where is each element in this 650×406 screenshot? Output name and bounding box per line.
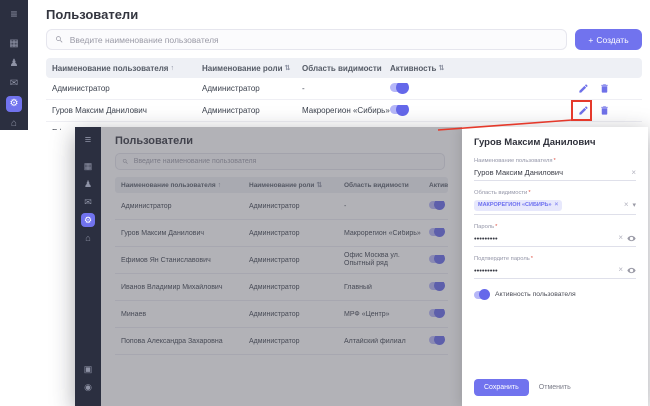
chip-label: МАКРОРЕГИОН «СИБИРЬ»	[478, 202, 552, 208]
search-input[interactable]	[70, 35, 558, 45]
required-mark: *	[531, 256, 533, 262]
label-text: Наименование пользователя	[474, 158, 553, 164]
field-value: Гуров Максим Данилович	[474, 168, 563, 177]
activity-toggle[interactable]	[390, 105, 408, 114]
grid-icon[interactable]: ▣	[81, 362, 95, 376]
search-icon	[55, 35, 64, 44]
label-text: Подтвердите пароль	[474, 256, 530, 262]
cell-scope: Макрорегион «Сибирь»	[302, 106, 390, 115]
field-confirm-password: Подтвердите пароль* ••••••••• ×	[474, 256, 636, 279]
save-button[interactable]: Сохранить	[474, 379, 529, 396]
chevron-down-icon[interactable]: ▾	[632, 202, 636, 209]
username-input[interactable]: Гуров Максим Данилович ×	[474, 166, 636, 181]
panel-actions: Сохранить Отменить	[474, 379, 636, 396]
users-icon[interactable]: ♟	[6, 56, 22, 72]
cell-activity	[390, 83, 578, 94]
edit-icon[interactable]	[578, 105, 589, 116]
mail-icon[interactable]: ✉	[81, 195, 95, 209]
activity-toggle[interactable]	[390, 83, 408, 92]
cell-role: Администратор	[202, 106, 302, 115]
delete-icon[interactable]	[599, 105, 610, 116]
edit-user-panel: Гуров Максим Данилович Наименование поль…	[462, 127, 648, 406]
screenshot-stage: ≡ ▦ ♟ ✉ ⚙ ⌂ Пользователи + Создать Наиме…	[0, 0, 650, 406]
cell-username: Гуров Максим Данилович	[52, 106, 202, 115]
field-password: Пароль* ••••••••• ×	[474, 224, 636, 247]
field-scope: Область видимости* МАКРОРЕГИОН «СИБИРЬ» …	[474, 190, 636, 215]
confirm-password-input[interactable]: ••••••••• ×	[474, 264, 636, 279]
sort-asc-icon: ↑	[170, 65, 174, 72]
mail-icon[interactable]: ✉	[6, 76, 22, 92]
sidebar: ≡ ▦ ♟ ✉ ⚙ ⌂ ▣ ◉	[75, 127, 101, 406]
column-label: Область видимости	[302, 64, 382, 73]
label-text: Пароль	[474, 224, 494, 230]
plus-icon: +	[588, 35, 593, 45]
dashboard-icon[interactable]: ▦	[81, 159, 95, 173]
column-header-scope[interactable]: Область видимости	[302, 64, 390, 73]
clear-icon[interactable]: ×	[624, 201, 629, 209]
eye-icon[interactable]	[627, 234, 636, 243]
sort-icon: ⇅	[438, 64, 444, 72]
cancel-button[interactable]: Отменить	[539, 384, 571, 391]
table-row[interactable]: Администратор Администратор -	[46, 78, 642, 100]
field-label: Подтвердите пароль*	[474, 256, 636, 262]
label-text: Область видимости	[474, 190, 527, 196]
users-table: Наименование пользователя↑ Наименование …	[46, 58, 642, 130]
settings-icon[interactable]: ⚙	[81, 213, 95, 227]
field-label: Пароль*	[474, 224, 636, 230]
required-mark: *	[495, 224, 497, 230]
table-row[interactable]: Гуров Максим Данилович Администратор Мак…	[46, 100, 642, 122]
cell-activity	[390, 105, 578, 116]
clear-icon[interactable]: ×	[618, 266, 623, 274]
create-button-label: Создать	[596, 35, 628, 45]
search-bar[interactable]	[46, 29, 567, 50]
column-header-activity[interactable]: Активность⇅	[390, 64, 578, 73]
column-header-role[interactable]: Наименование роли⇅	[202, 64, 302, 73]
users-page-with-edit-panel: ≡ ▦ ♟ ✉ ⚙ ⌂ ▣ ◉ Пользователи Наименовани…	[75, 127, 648, 406]
menu-icon[interactable]: ≡	[6, 6, 22, 22]
activity-toggle-row: Активность пользователя	[474, 291, 636, 299]
field-label: Наименование пользователя*	[474, 158, 636, 164]
dashboard-icon[interactable]: ▦	[6, 36, 22, 52]
toggle-label: Активность пользователя	[495, 291, 576, 298]
password-input[interactable]: ••••••••• ×	[474, 232, 636, 247]
field-label: Область видимости*	[474, 190, 636, 196]
edit-icon[interactable]	[578, 83, 589, 94]
create-button[interactable]: + Создать	[575, 29, 642, 50]
field-value: •••••••••	[474, 234, 498, 243]
cell-actions	[578, 83, 642, 94]
required-mark: *	[528, 190, 530, 196]
home-icon[interactable]: ⌂	[81, 231, 95, 245]
power-icon[interactable]: ◉	[81, 380, 95, 394]
column-label: Наименование пользователя	[52, 64, 168, 73]
cell-username: Администратор	[52, 84, 202, 93]
settings-icon[interactable]: ⚙	[6, 96, 22, 112]
cell-scope: -	[302, 84, 390, 93]
column-label: Активность	[390, 64, 436, 73]
eye-icon[interactable]	[627, 266, 636, 275]
clear-icon[interactable]: ×	[631, 169, 636, 177]
page-title: Пользователи	[46, 7, 138, 22]
column-label: Наименование роли	[202, 64, 283, 73]
delete-icon[interactable]	[599, 83, 610, 94]
users-page-top: ≡ ▦ ♟ ✉ ⚙ ⌂ Пользователи + Создать Наиме…	[0, 0, 650, 130]
scope-select[interactable]: МАКРОРЕГИОН «СИБИРЬ» × × ▾	[474, 198, 636, 215]
scope-chip[interactable]: МАКРОРЕГИОН «СИБИРЬ» ×	[474, 200, 562, 211]
users-icon[interactable]: ♟	[81, 177, 95, 191]
sort-icon: ⇅	[285, 64, 291, 72]
menu-icon[interactable]: ≡	[81, 133, 95, 147]
table-header: Наименование пользователя↑ Наименование …	[46, 58, 642, 78]
activity-toggle[interactable]	[474, 291, 489, 299]
clear-icon[interactable]: ×	[618, 234, 623, 242]
field-username: Наименование пользователя* Гуров Максим …	[474, 158, 636, 181]
column-header-username[interactable]: Наименование пользователя↑	[52, 64, 202, 73]
home-icon[interactable]: ⌂	[6, 116, 22, 130]
cell-actions	[578, 105, 642, 116]
required-mark: *	[554, 158, 556, 164]
field-value: •••••••••	[474, 266, 498, 275]
panel-title: Гуров Максим Данилович	[474, 137, 636, 148]
cell-role: Администратор	[202, 84, 302, 93]
sidebar: ≡ ▦ ♟ ✉ ⚙ ⌂	[0, 0, 28, 130]
chip-remove-icon[interactable]: ×	[555, 202, 559, 209]
